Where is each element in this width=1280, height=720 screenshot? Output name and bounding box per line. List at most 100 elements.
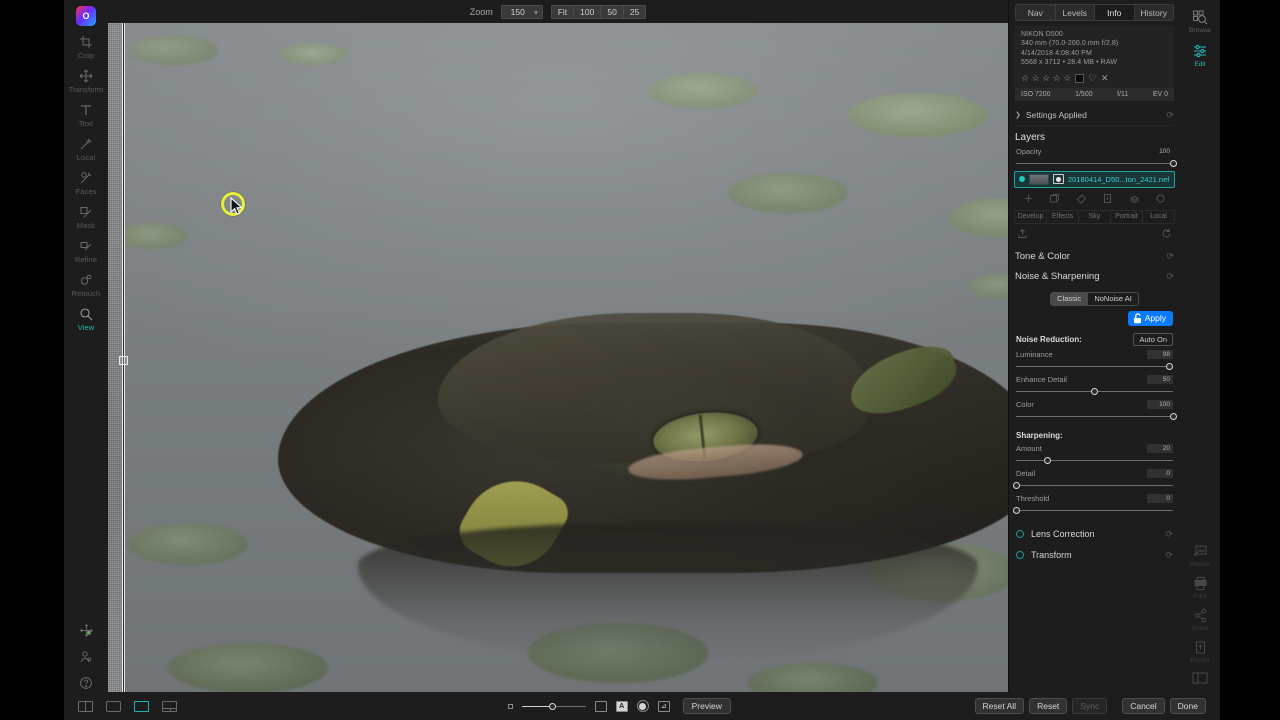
rail-print[interactable]: Print bbox=[1180, 568, 1220, 600]
split-handle[interactable] bbox=[119, 356, 128, 365]
add-layer-icon[interactable] bbox=[1023, 193, 1034, 204]
reset-icon[interactable] bbox=[1161, 228, 1172, 239]
image-canvas[interactable] bbox=[108, 23, 1008, 692]
slider-luminance[interactable]: Luminance 98 bbox=[1016, 349, 1174, 371]
tool-refine[interactable]: Refine bbox=[64, 230, 108, 264]
circle-toggle-icon[interactable] bbox=[636, 700, 649, 712]
copy-layer-icon[interactable] bbox=[1049, 193, 1060, 204]
slider-color[interactable]: Color 100 bbox=[1016, 399, 1177, 421]
layer-visible-dot[interactable] bbox=[1019, 176, 1025, 183]
rail-panel-toggle[interactable] bbox=[1180, 664, 1220, 684]
rating-star[interactable]: ☆ bbox=[1042, 73, 1050, 83]
slider-detail[interactable]: Detail 0 bbox=[1012, 468, 1173, 490]
auto-on-button[interactable]: Auto On bbox=[1133, 332, 1173, 346]
apply-button[interactable]: Apply bbox=[1127, 310, 1173, 326]
zoom-preset-fit[interactable]: Fit bbox=[552, 5, 575, 18]
letter-toggle-icon[interactable]: A bbox=[615, 700, 628, 712]
tool-transform[interactable]: Transform bbox=[64, 60, 108, 94]
tab-info[interactable]: Info bbox=[1095, 5, 1135, 20]
slider-threshold[interactable]: Threshold 0 bbox=[1012, 493, 1173, 515]
slider-track[interactable] bbox=[1016, 456, 1173, 465]
bounds-toggle-icon[interactable] bbox=[594, 700, 607, 712]
rating-star[interactable]: ☆ bbox=[1063, 73, 1071, 83]
tool-account[interactable] bbox=[64, 638, 108, 664]
zoom-preset-50[interactable]: 50 bbox=[601, 5, 624, 18]
slider-track[interactable] bbox=[1012, 481, 1173, 490]
slider-amount[interactable]: Amount 20 bbox=[1016, 443, 1173, 465]
pill-portrait[interactable]: Portrait bbox=[1111, 210, 1143, 223]
reset-all-button[interactable]: Reset All bbox=[974, 698, 1025, 714]
tool-text[interactable]: Text bbox=[64, 94, 108, 128]
opacity-track[interactable] bbox=[1016, 159, 1177, 168]
filmstrip-view-icon[interactable] bbox=[134, 700, 149, 712]
toggle-circle-icon[interactable] bbox=[1016, 551, 1024, 560]
rail-browse[interactable]: Browse bbox=[1180, 0, 1220, 34]
mask-toggle-icon[interactable]: ⊿ bbox=[657, 700, 670, 712]
like-heart-icon[interactable]: ♡ bbox=[1088, 73, 1096, 84]
section-tone-color[interactable]: Tone & Color ⟳ bbox=[1015, 247, 1174, 267]
rail-edit[interactable]: Edit bbox=[1180, 34, 1220, 68]
tab-nav[interactable]: Nav bbox=[1016, 5, 1056, 20]
tool-mask[interactable]: Mask bbox=[64, 196, 108, 230]
color-label-swatch[interactable] bbox=[1074, 73, 1084, 83]
refresh-icon[interactable] bbox=[1155, 193, 1166, 204]
layer-item[interactable]: 20180414_D50...ton_2421.nef bbox=[1014, 170, 1175, 188]
preview-button[interactable]: Preview bbox=[682, 698, 731, 714]
thumb-size-knob[interactable] bbox=[548, 702, 556, 710]
settings-reset-icon[interactable]: ⟳ bbox=[1166, 110, 1174, 121]
tool-help[interactable] bbox=[64, 664, 108, 690]
tool-retouch[interactable]: Retouch bbox=[64, 264, 108, 298]
tool-pan[interactable] bbox=[64, 611, 108, 638]
tone-color-reset-icon[interactable]: ⟳ bbox=[1166, 251, 1174, 262]
tool-local[interactable]: Local bbox=[64, 128, 108, 162]
pill-develop[interactable]: Develop bbox=[1015, 210, 1047, 223]
zoom-preset-25[interactable]: 25 bbox=[624, 6, 645, 18]
done-button[interactable]: Done bbox=[1169, 698, 1206, 714]
tool-faces[interactable]: Faces bbox=[64, 162, 108, 196]
slider-track[interactable] bbox=[1016, 412, 1177, 421]
pill-sky[interactable]: Sky bbox=[1079, 210, 1111, 223]
slider-knob[interactable] bbox=[1169, 412, 1177, 420]
slider-knob[interactable] bbox=[1012, 506, 1020, 514]
stack-icon[interactable] bbox=[1129, 193, 1140, 204]
transform-reset-icon[interactable]: ⟳ bbox=[1165, 550, 1173, 561]
pill-local[interactable]: Local bbox=[1143, 211, 1174, 223]
opacity-knob[interactable] bbox=[1169, 159, 1177, 167]
layer-mask-icon[interactable] bbox=[1053, 174, 1064, 185]
delete-layer-icon[interactable] bbox=[1102, 193, 1113, 204]
tool-view[interactable]: View bbox=[64, 298, 108, 332]
thumb-size-slider[interactable] bbox=[521, 702, 586, 711]
opacity-slider[interactable]: Opacity 100 bbox=[1016, 147, 1177, 168]
noise-sharpening-reset-icon[interactable]: ⟳ bbox=[1166, 271, 1174, 282]
rail-share[interactable]: Share bbox=[1180, 600, 1220, 632]
tool-lens-correction[interactable]: Lens Correction ⟳ bbox=[1016, 524, 1173, 545]
slider-track[interactable] bbox=[1016, 362, 1174, 371]
rating-star[interactable]: ☆ bbox=[1053, 73, 1061, 83]
settings-applied-row[interactable]: ❯ Settings Applied ⟳ bbox=[1015, 106, 1174, 126]
slider-track[interactable] bbox=[1012, 506, 1173, 515]
slider-knob[interactable] bbox=[1012, 481, 1020, 489]
slider-track[interactable] bbox=[1016, 387, 1173, 396]
pill-effects[interactable]: Effects bbox=[1047, 210, 1079, 223]
single-view-icon[interactable] bbox=[106, 700, 121, 712]
slider-knob[interactable] bbox=[1166, 362, 1174, 370]
lens-correction-reset-icon[interactable]: ⟳ bbox=[1165, 529, 1173, 540]
rating-star[interactable]: ☆ bbox=[1032, 73, 1040, 83]
tool-transform-section[interactable]: Transform ⟳ bbox=[1016, 545, 1173, 566]
tool-crop[interactable]: Crop bbox=[64, 26, 108, 60]
rating-row[interactable]: ☆ ☆ ☆ ☆ ☆ ♡ ✕ bbox=[1021, 68, 1168, 88]
reject-x-icon[interactable]: ✕ bbox=[1101, 73, 1109, 84]
rail-export[interactable]: Export bbox=[1180, 632, 1220, 664]
reset-button[interactable]: Reset bbox=[1029, 698, 1068, 714]
zoom-preset-100[interactable]: 100 bbox=[574, 5, 602, 18]
segment-classic[interactable]: Classic bbox=[1051, 292, 1089, 305]
tab-history[interactable]: History bbox=[1135, 5, 1174, 20]
zoom-select[interactable]: 150 ▾ bbox=[500, 4, 543, 19]
grid-view-icon[interactable] bbox=[162, 700, 177, 712]
upload-icon[interactable] bbox=[1017, 228, 1028, 239]
slider-enhance-detail[interactable]: Enhance Detail 50 bbox=[1016, 374, 1173, 396]
rail-resize[interactable]: Resize bbox=[1180, 536, 1220, 568]
slider-knob[interactable] bbox=[1043, 456, 1051, 464]
segment-nonoise-ai[interactable]: NoNoise AI bbox=[1088, 293, 1138, 305]
slider-knob[interactable] bbox=[1091, 387, 1098, 395]
